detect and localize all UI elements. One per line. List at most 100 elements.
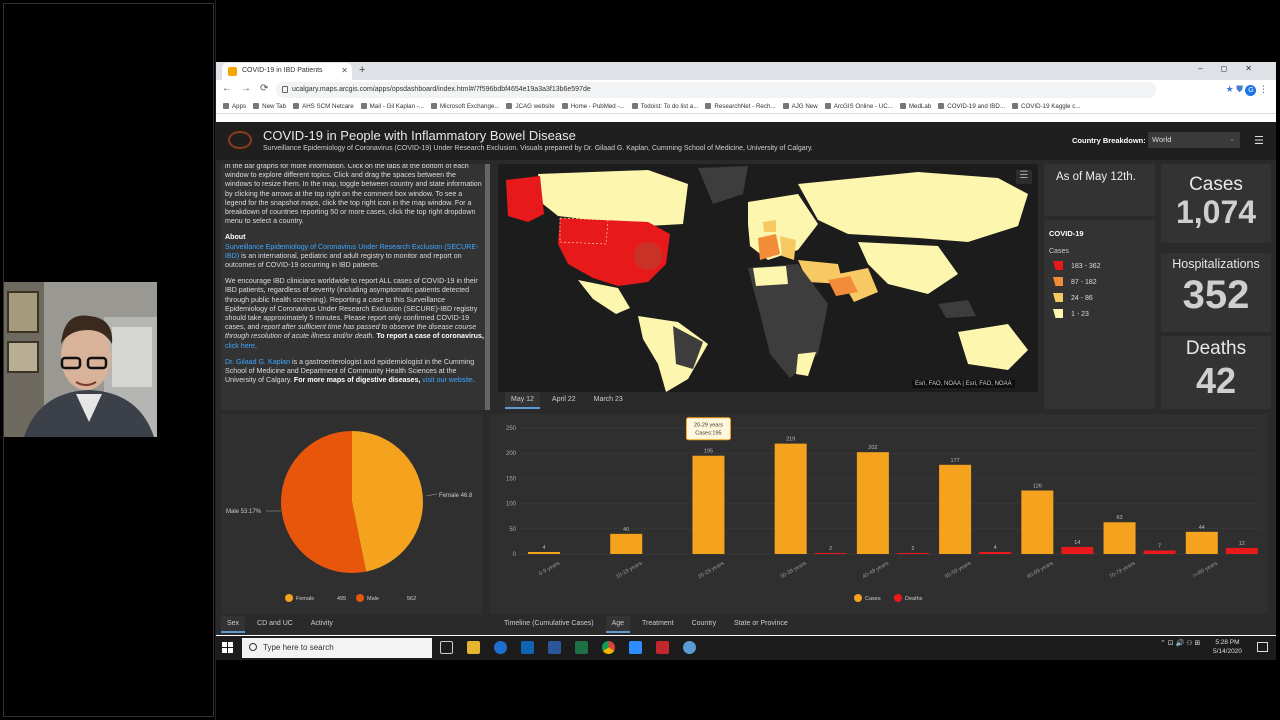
clock[interactable]: 5:28 PM 5/14/2020 (1213, 638, 1242, 656)
browser-tab-covid[interactable]: COVID-19 in IBD Patients ✕ (222, 63, 352, 80)
bookmark-item[interactable]: Apps (223, 103, 246, 110)
x-tick-label: 20-29 years (697, 560, 725, 580)
legend-subtitle: Cases (1049, 248, 1069, 255)
chrome-icon[interactable] (602, 641, 615, 654)
y-tick-label: 100 (506, 502, 517, 508)
map-legend: COVID-19 Cases 183 - 362 87 - 182 24 - 8… (1044, 220, 1155, 409)
bar-deaths[interactable] (1061, 546, 1094, 554)
hospitalizations-card: Hospitalizations 352 (1161, 253, 1271, 332)
tab-activity[interactable]: Activity (305, 616, 339, 631)
menu-icon[interactable]: ☰ (1254, 134, 1264, 147)
app-icon[interactable] (683, 641, 696, 654)
encourage-bold: To report a case of coronavirus, (374, 332, 484, 341)
bar-deaths[interactable] (1143, 550, 1176, 554)
windows-start-icon[interactable] (222, 642, 233, 653)
dashboard-subtitle: Surveillance Epidemiology of Coronavirus… (263, 145, 813, 152)
url-input[interactable]: ucalgary.maps.arcgis.com/apps/opsdashboa… (276, 82, 1156, 98)
bar-cases[interactable] (1103, 522, 1136, 554)
legend-item: 1 - 23 (1053, 309, 1150, 318)
bookmark-item[interactable]: Microsoft Exchange... (430, 103, 499, 110)
legend-male-dot (356, 594, 364, 602)
tooltip-line1: 20-29 years (694, 423, 723, 429)
age-bar-chart[interactable]: 0 50 100 150 200 250 4 0-9 years 40 10-19 years 19… (490, 414, 1268, 614)
dashboard: COVID-19 in People with Inflammatory Bow… (216, 122, 1276, 635)
tab-state-province[interactable]: State or Province (728, 616, 794, 631)
bar-cases[interactable] (856, 452, 889, 554)
tab-age[interactable]: Age (605, 616, 631, 633)
excel-icon[interactable] (575, 641, 588, 654)
favicon-icon (228, 67, 237, 76)
legend-swatch (1053, 277, 1063, 286)
map-legend-toggle-icon[interactable]: ☰ (1016, 170, 1032, 184)
country-select[interactable]: World ⌄ (1148, 132, 1240, 148)
tab-march-23[interactable]: March 23 (588, 392, 629, 407)
nav-buttons[interactable]: ←→⟳ (222, 83, 277, 94)
bookmark-item[interactable]: MedLab (899, 103, 931, 110)
word-icon[interactable] (548, 641, 561, 654)
bookmark-icon (360, 103, 367, 109)
bar-deaths[interactable] (896, 552, 929, 554)
search-placeholder: Type here to search (263, 643, 334, 652)
kaplan-link[interactable]: Dr. Gilaad G. Kaplan (225, 358, 290, 366)
tab-april-22[interactable]: April 22 (546, 392, 582, 407)
tab-sex[interactable]: Sex (221, 616, 246, 633)
kaplan-paragraph: Dr. Gilaad G. Kaplan is a gastroenterolo… (225, 358, 485, 386)
taskbar-search[interactable]: Type here to search (242, 638, 432, 658)
bookmark-icon (938, 103, 945, 109)
bookmark-item[interactable]: COVID-19 Kaggle c... (1012, 103, 1081, 110)
bookmark-item[interactable]: JCAG website (506, 103, 555, 110)
extension-icons[interactable]: ★ ⛊ G ⋮ (1226, 84, 1268, 96)
system-tray[interactable]: ⌃ ⊡ 🔊 ⚇ ⊞ (1160, 639, 1200, 647)
bar-cases[interactable] (610, 533, 643, 554)
acrobat-icon[interactable] (656, 641, 669, 654)
task-view-icon[interactable] (440, 641, 453, 654)
hospitalizations-label: Hospitalizations (1172, 257, 1260, 271)
bookmark-item[interactable]: Home - PubMed -... (561, 103, 625, 110)
y-tick-label: 200 (506, 451, 517, 457)
info-scrollbar[interactable] (485, 164, 490, 410)
bookmark-item[interactable]: COVID-19 and IBD... (938, 103, 1005, 110)
new-tab-button[interactable]: + (359, 64, 365, 76)
sex-pie-chart[interactable]: Female 46.8 Male 53.17% Female 495 Male … (221, 414, 483, 614)
notification-icon[interactable] (1257, 642, 1268, 652)
bookmark-item[interactable]: Todoist: To do list a... (631, 103, 698, 110)
bar-cases[interactable] (939, 464, 972, 554)
bookmark-item[interactable]: AHS SCM Netcare (293, 103, 354, 110)
bar-cases[interactable] (692, 455, 725, 554)
legend-label: 24 - 86 (1071, 295, 1093, 302)
close-tab-icon[interactable]: ✕ (341, 66, 348, 75)
bar-deaths[interactable] (814, 552, 847, 554)
bar-cases[interactable] (1185, 531, 1218, 554)
edge-icon[interactable] (494, 641, 507, 654)
tab-country[interactable]: Country (686, 616, 723, 631)
bookmark-item[interactable]: ResearchNet - Rech... (705, 103, 776, 110)
about-paragraph: Surveillance Epidemiology of Coronavirus… (225, 243, 485, 271)
zoom-icon[interactable] (629, 641, 642, 654)
presenter-panel (0, 0, 216, 720)
tab-timeline[interactable]: Timeline (Cumulative Cases) (498, 616, 600, 631)
bookmark-item[interactable]: ArcGIS Online - UC... (824, 103, 893, 110)
bar-cases[interactable] (528, 551, 560, 554)
legend-male-value: 562 (407, 596, 416, 602)
bookmark-item[interactable]: AJG New (782, 103, 818, 110)
lock-icon (282, 86, 288, 93)
bookmark-item[interactable]: Mail - Gil Kaplan -... (360, 103, 424, 110)
bookmark-item[interactable]: New Tab (253, 103, 286, 110)
x-tick-label: >=80 years (1192, 560, 1219, 579)
tab-may-12[interactable]: May 12 (505, 392, 540, 409)
bar-deaths[interactable] (1225, 547, 1258, 554)
pie-slice-female[interactable] (352, 431, 424, 572)
tab-treatment[interactable]: Treatment (636, 616, 680, 631)
visit-website-link[interactable]: visit our website (422, 376, 472, 384)
tab-cd-uc[interactable]: CD and UC (251, 616, 299, 631)
outlook-icon[interactable] (521, 641, 534, 654)
file-explorer-icon[interactable] (467, 641, 480, 654)
world-map[interactable] (498, 164, 1038, 392)
bar-cases[interactable] (774, 443, 807, 554)
click-here-link[interactable]: click here (225, 342, 255, 350)
bar-cases[interactable] (1021, 490, 1054, 554)
window-controls[interactable]: –◻✕ (1198, 64, 1270, 73)
cases-label: Cases (1189, 174, 1243, 195)
dashboard-title: COVID-19 in People with Inflammatory Bow… (263, 128, 576, 143)
bar-deaths[interactable] (979, 551, 1012, 554)
